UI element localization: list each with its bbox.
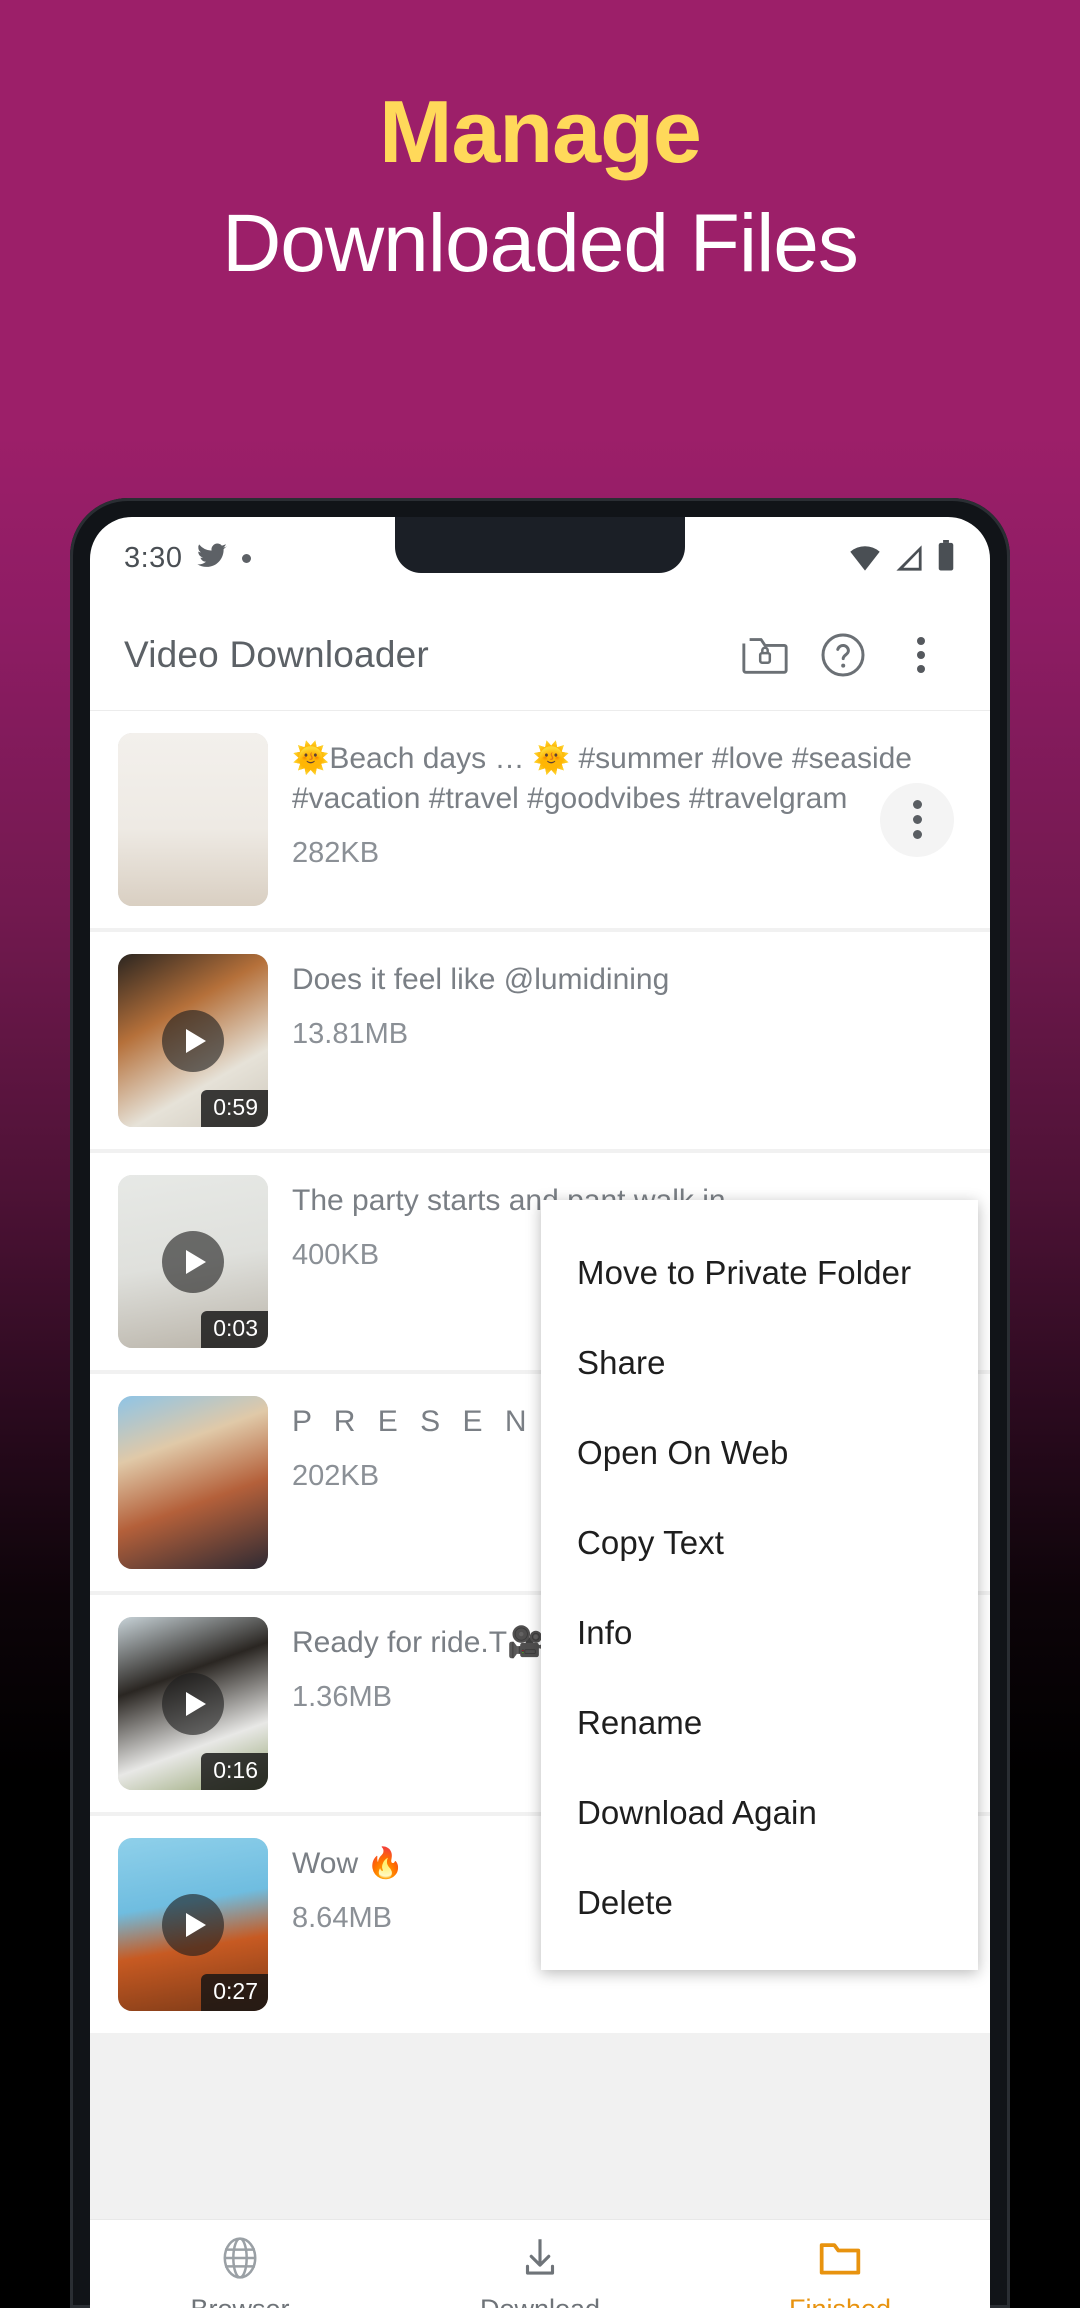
phone-screen: 3:30 Video Downloader	[90, 517, 990, 2308]
nav-tab-browser[interactable]: Browser	[90, 2220, 390, 2308]
status-bar-clock: 3:30	[124, 542, 182, 575]
menu-item-delete[interactable]: Delete	[541, 1858, 978, 1948]
item-duration: 0:59	[201, 1090, 268, 1127]
nav-tab-download[interactable]: Download	[390, 2220, 690, 2308]
help-icon[interactable]	[804, 616, 882, 694]
item-thumbnail[interactable]: 0:16	[118, 1617, 268, 1790]
thumbnail-image	[118, 733, 268, 906]
item-filesize: 282KB	[292, 837, 966, 870]
table-row[interactable]: 🌞Beach days … 🌞 #summer #love #seaside #…	[90, 711, 990, 928]
item-filesize: 13.81MB	[292, 1018, 966, 1051]
bottom-navigation: Browser Download Finishe	[90, 2219, 990, 2308]
nav-tab-label: Browser	[190, 2294, 289, 2308]
menu-item-copy-text[interactable]: Copy Text	[541, 1498, 978, 1588]
item-overflow-button[interactable]	[880, 783, 954, 857]
menu-item-rename[interactable]: Rename	[541, 1678, 978, 1768]
private-folder-icon[interactable]	[726, 616, 804, 694]
item-meta: 🌞Beach days … 🌞 #summer #love #seaside #…	[268, 733, 966, 870]
menu-item-download-again[interactable]: Download Again	[541, 1768, 978, 1858]
item-thumbnail[interactable]: 0:03	[118, 1175, 268, 1348]
item-meta: Does it feel like @lumidining 13.81MB	[268, 954, 966, 1051]
twitter-bird-icon	[196, 540, 228, 577]
downloads-list[interactable]: 🌞Beach days … 🌞 #summer #love #seaside #…	[90, 711, 990, 2219]
item-duration: 0:27	[201, 1974, 268, 2011]
item-duration: 0:03	[201, 1311, 268, 1348]
kebab-dots	[917, 637, 925, 673]
status-bar-right	[848, 540, 956, 577]
phone-notch	[395, 517, 685, 573]
phone-mockup-frame: 3:30 Video Downloader	[70, 498, 1010, 2308]
signal-icon	[893, 544, 925, 577]
dot-icon	[242, 554, 251, 563]
status-bar-left: 3:30	[124, 540, 251, 577]
item-caption: 🌞Beach days … 🌞 #summer #love #seaside #…	[292, 739, 966, 819]
download-icon	[515, 2233, 565, 2288]
kebab-dots	[913, 800, 922, 839]
promo-headline-primary: Manage	[0, 80, 1080, 184]
play-icon	[162, 1231, 224, 1293]
item-duration: 0:16	[201, 1753, 268, 1790]
folder-icon	[815, 2233, 865, 2288]
overflow-menu-icon[interactable]	[882, 616, 960, 694]
nav-tab-label: Finished	[789, 2294, 891, 2308]
item-thumbnail[interactable]	[118, 733, 268, 906]
play-icon	[162, 1894, 224, 1956]
item-thumbnail[interactable]	[118, 1396, 268, 1569]
globe-icon	[215, 2233, 265, 2288]
item-caption: Does it feel like @lumidining	[292, 960, 966, 1000]
play-icon	[162, 1673, 224, 1735]
menu-item-share[interactable]: Share	[541, 1318, 978, 1408]
nav-tab-finished[interactable]: Finished	[690, 2220, 990, 2308]
promo-headline-secondary: Downloaded Files	[0, 194, 1080, 294]
thumbnail-image	[118, 1396, 268, 1569]
table-row[interactable]: 0:59 Does it feel like @lumidining 13.81…	[90, 932, 990, 1149]
battery-icon	[936, 540, 956, 577]
menu-item-info[interactable]: Info	[541, 1588, 978, 1678]
context-menu[interactable]: Move to Private Folder Share Open On Web…	[541, 1200, 978, 1970]
wifi-icon	[848, 544, 882, 577]
app-title: Video Downloader	[124, 634, 726, 676]
item-thumbnail[interactable]: 0:59	[118, 954, 268, 1127]
promo-heading-block: Manage Downloaded Files	[0, 80, 1080, 294]
app-toolbar: Video Downloader	[90, 599, 990, 711]
item-thumbnail[interactable]: 0:27	[118, 1838, 268, 2011]
menu-item-open-on-web[interactable]: Open On Web	[541, 1408, 978, 1498]
play-icon	[162, 1010, 224, 1072]
menu-item-move-to-private-folder[interactable]: Move to Private Folder	[541, 1228, 978, 1318]
nav-tab-label: Download	[480, 2294, 600, 2308]
